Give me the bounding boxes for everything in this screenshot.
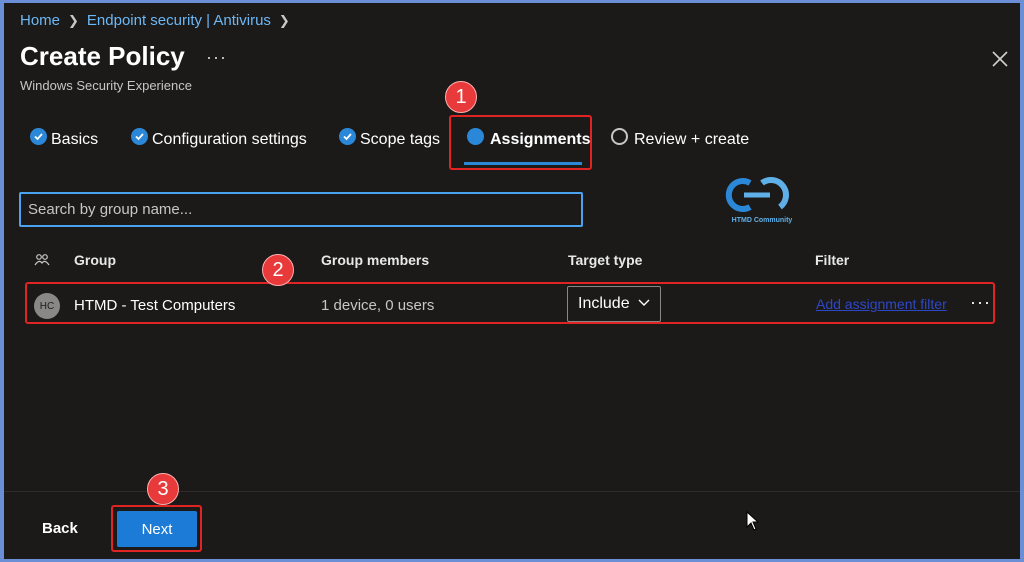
tab-configuration-settings[interactable]: Configuration settings bbox=[131, 125, 307, 155]
tab-scope-tags-label: Scope tags bbox=[360, 131, 441, 148]
annotation-badge-3: 3 bbox=[147, 473, 179, 505]
highlight-box-row bbox=[25, 282, 995, 324]
annotation-badge-1: 1 bbox=[445, 81, 477, 113]
highlight-box-assignments bbox=[449, 115, 592, 170]
column-header-group-members[interactable]: Group members bbox=[321, 252, 429, 268]
chevron-right-icon: ❯ bbox=[68, 12, 79, 28]
htmd-logo: HTMD Community bbox=[722, 173, 802, 231]
highlight-box-next bbox=[111, 505, 202, 552]
more-options-icon[interactable]: ··· bbox=[206, 47, 227, 68]
check-circle-icon bbox=[131, 127, 148, 145]
pending-step-icon bbox=[611, 127, 628, 145]
page-subtitle: Windows Security Experience bbox=[20, 78, 192, 93]
tab-review-create-label: Review + create bbox=[634, 131, 750, 148]
breadcrumb-antivirus[interactable]: Endpoint security | Antivirus bbox=[87, 12, 271, 29]
tab-review-create[interactable]: Review + create bbox=[611, 125, 749, 155]
check-circle-icon bbox=[30, 127, 47, 145]
table-header: Group Group members Target type Filter bbox=[4, 249, 1020, 275]
check-circle-icon bbox=[339, 127, 356, 145]
tab-basics[interactable]: Basics bbox=[30, 125, 98, 155]
mouse-cursor-icon bbox=[746, 510, 760, 536]
tab-scope-tags[interactable]: Scope tags bbox=[339, 125, 440, 155]
tab-basics-label: Basics bbox=[51, 131, 99, 148]
tab-configuration-settings-label: Configuration settings bbox=[152, 131, 307, 148]
close-icon[interactable] bbox=[990, 49, 1010, 69]
annotation-badge-2: 2 bbox=[262, 254, 294, 286]
breadcrumb: Home ❯ Endpoint security | Antivirus ❯ bbox=[20, 12, 290, 29]
back-button[interactable]: Back bbox=[42, 520, 78, 537]
page-title: Create Policy bbox=[20, 41, 185, 71]
logo-caption: HTMD Community bbox=[731, 217, 793, 224]
group-icon bbox=[34, 253, 50, 270]
column-header-target-type[interactable]: Target type bbox=[568, 252, 642, 268]
create-policy-blade: Home ❯ Endpoint security | Antivirus ❯ C… bbox=[4, 3, 1020, 559]
chevron-right-icon: ❯ bbox=[278, 12, 290, 28]
column-header-filter[interactable]: Filter bbox=[815, 252, 849, 268]
breadcrumb-home[interactable]: Home bbox=[20, 12, 60, 29]
column-header-group[interactable]: Group bbox=[74, 252, 116, 268]
search-input[interactable] bbox=[19, 192, 583, 227]
